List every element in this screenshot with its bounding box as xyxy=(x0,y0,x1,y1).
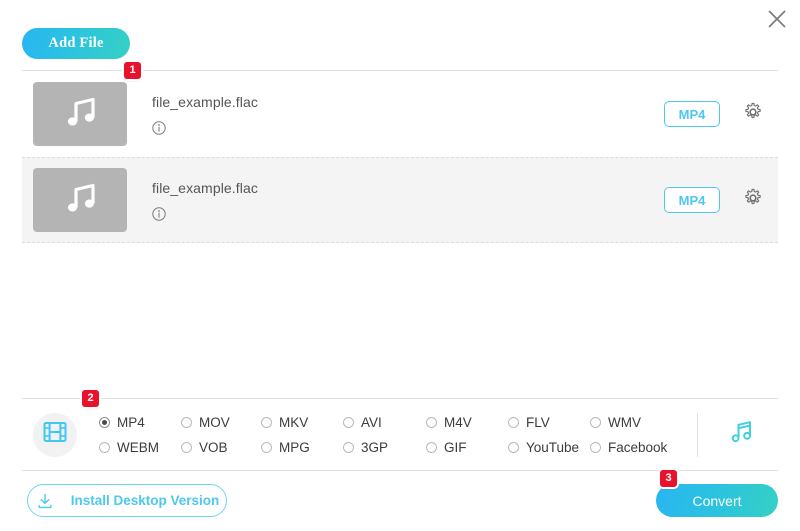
format-label: WMV xyxy=(608,414,641,430)
gear-icon xyxy=(743,188,763,213)
format-option-webm[interactable]: WEBM xyxy=(99,435,181,460)
row-actions: MP4 xyxy=(664,101,764,127)
format-option-vob[interactable]: VOB xyxy=(181,435,261,460)
format-option-mpg[interactable]: MPG xyxy=(261,435,343,460)
file-name: file_example.flac xyxy=(152,179,258,196)
file-thumbnail xyxy=(33,82,127,146)
radio-indicator xyxy=(343,416,354,428)
convert-label: Convert xyxy=(692,492,742,509)
format-label: GIF xyxy=(444,439,467,455)
radio-indicator xyxy=(590,441,601,453)
format-option-m4v[interactable]: M4V xyxy=(426,410,508,435)
format-option-mov[interactable]: MOV xyxy=(181,410,261,435)
radio-indicator xyxy=(261,416,272,428)
add-file-button[interactable]: Add File xyxy=(22,28,130,59)
table-row[interactable]: file_example.flac MP4 xyxy=(22,71,778,157)
format-label: 3GP xyxy=(361,439,389,455)
step-badge-2: 2 xyxy=(82,390,99,407)
music-note-icon xyxy=(60,178,100,223)
info-icon[interactable] xyxy=(152,206,166,221)
format-option-mkv[interactable]: MKV xyxy=(261,410,343,435)
format-option-youtube[interactable]: YouTube xyxy=(508,435,590,460)
format-option-facebook[interactable]: Facebook xyxy=(590,435,680,460)
download-icon xyxy=(35,491,55,511)
radio-indicator xyxy=(426,441,437,453)
output-format-button[interactable]: MP4 xyxy=(664,187,720,213)
format-label: YouTube xyxy=(526,439,580,455)
convert-button[interactable]: Convert xyxy=(656,484,778,517)
format-option-3gp[interactable]: 3GP xyxy=(343,435,426,460)
music-note-icon xyxy=(60,92,100,137)
format-label: MPG xyxy=(279,439,310,455)
radio-indicator xyxy=(181,441,192,453)
format-option-mp4[interactable]: MP4 xyxy=(99,410,181,435)
close-window-button[interactable] xyxy=(760,2,794,36)
format-label: Facebook xyxy=(608,439,668,455)
format-option-gif[interactable]: GIF xyxy=(426,435,508,460)
format-option-wmv[interactable]: WMV xyxy=(590,410,680,435)
file-list: file_example.flac MP4 file_example.flac … xyxy=(0,70,800,243)
video-category-button[interactable] xyxy=(33,412,77,457)
music-note-icon xyxy=(727,417,757,452)
info-icon[interactable] xyxy=(152,120,166,135)
gear-icon xyxy=(743,102,763,127)
file-thumbnail xyxy=(33,168,127,232)
output-format-button[interactable]: MP4 xyxy=(664,101,720,127)
film-strip-icon xyxy=(42,419,68,450)
settings-button[interactable] xyxy=(742,188,764,213)
file-meta: file_example.flac xyxy=(152,94,664,135)
formats-vertical-divider xyxy=(697,412,698,457)
format-label: M4V xyxy=(444,414,472,430)
radio-indicator xyxy=(181,416,192,428)
radio-indicator xyxy=(508,441,519,453)
format-label: FLV xyxy=(526,414,550,430)
format-label: VOB xyxy=(199,439,228,455)
close-icon xyxy=(767,9,787,29)
format-label: MOV xyxy=(199,414,230,430)
table-row[interactable]: file_example.flac MP4 xyxy=(22,157,778,243)
format-option-flv[interactable]: FLV xyxy=(508,410,590,435)
radio-indicator xyxy=(508,416,519,428)
install-desktop-version-button[interactable]: Install Desktop Version xyxy=(27,484,227,517)
radio-indicator xyxy=(343,441,354,453)
audio-category-button[interactable] xyxy=(720,413,764,457)
settings-button[interactable] xyxy=(742,102,764,127)
add-file-container: Add File xyxy=(22,28,130,59)
file-name: file_example.flac xyxy=(152,93,258,110)
format-radio-group: MP4 MOV MKV AVI M4V FLV WMV WEBM VOB MPG… xyxy=(99,410,697,460)
radio-indicator xyxy=(261,441,272,453)
format-option-avi[interactable]: AVI xyxy=(343,410,426,435)
install-label: Install Desktop Version xyxy=(70,493,220,508)
step-badge-1: 1 xyxy=(124,62,141,79)
radio-indicator xyxy=(99,441,110,453)
radio-indicator xyxy=(426,416,437,428)
format-selection-bar: MP4 MOV MKV AVI M4V FLV WMV WEBM VOB MPG… xyxy=(22,399,778,470)
format-label: WEBM xyxy=(117,439,159,455)
file-meta: file_example.flac xyxy=(152,180,664,221)
row-actions: MP4 xyxy=(664,187,764,213)
format-label: AVI xyxy=(361,414,382,430)
radio-indicator xyxy=(99,416,110,428)
format-label: MP4 xyxy=(117,414,145,430)
step-badge-3: 3 xyxy=(660,470,677,487)
format-label: MKV xyxy=(279,414,309,430)
radio-indicator xyxy=(590,416,601,428)
